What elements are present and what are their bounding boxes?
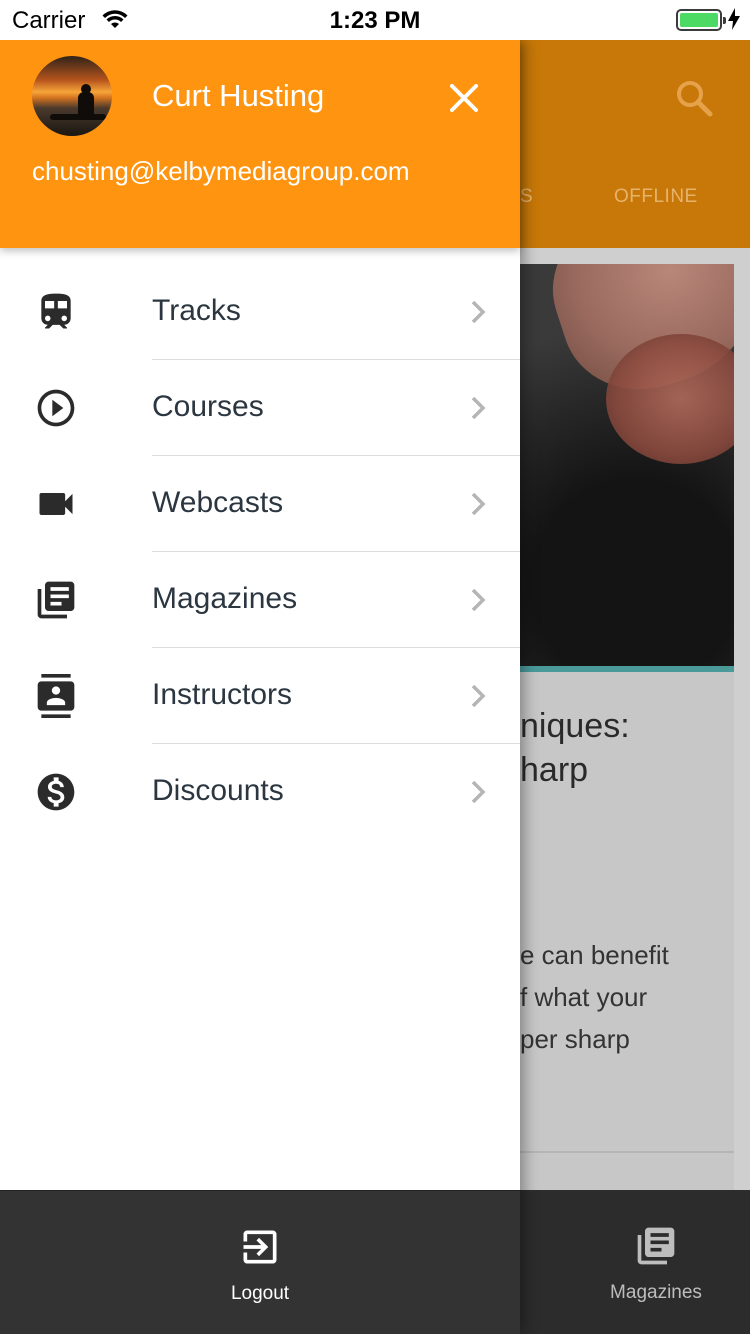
article-accent-bar xyxy=(496,666,734,672)
videocam-icon xyxy=(34,482,78,526)
article-title-line: niques: xyxy=(520,707,630,745)
menu-item-label: Discounts xyxy=(152,774,284,807)
avatar-boat xyxy=(50,114,106,120)
battery-cap xyxy=(723,17,726,24)
menu-item-tracks[interactable]: Tracks xyxy=(0,264,520,360)
menu-item-label: Tracks xyxy=(152,294,241,327)
logout-label: Logout xyxy=(230,1283,290,1304)
logout-button[interactable]: Logout xyxy=(0,1190,520,1334)
background-tab-partial[interactable]: S xyxy=(520,186,533,208)
bottom-nav-magazines-label[interactable]: Magazines xyxy=(560,1282,750,1304)
navigation-drawer: Curt Husting chusting@kelbymediagroup.co… xyxy=(0,40,520,1334)
charging-bolt-icon xyxy=(728,8,740,30)
clock: 1:23 PM xyxy=(329,7,421,34)
play-circle-icon xyxy=(34,386,78,430)
drawer-menu: Tracks Courses Webcasts Magazines Instru… xyxy=(0,264,520,840)
article-photo xyxy=(496,264,734,666)
chevron-right-icon xyxy=(471,780,486,804)
menu-item-webcasts[interactable]: Webcasts xyxy=(0,456,520,552)
menu-item-courses[interactable]: Courses xyxy=(0,360,520,456)
battery-icon xyxy=(676,9,726,31)
chevron-right-icon xyxy=(471,300,486,324)
article-desc-line: f what your xyxy=(520,982,648,1012)
article-desc-line: e can benefit xyxy=(520,940,669,970)
chevron-right-icon xyxy=(471,684,486,708)
tab-offline[interactable]: OFFLINE xyxy=(614,186,698,208)
article-desc-line: per sharp xyxy=(520,1024,630,1054)
train-icon xyxy=(34,290,78,334)
chevron-right-icon xyxy=(471,396,486,420)
menu-item-label: Webcasts xyxy=(152,486,284,519)
card-divider xyxy=(496,1151,734,1153)
menu-item-magazines[interactable]: Magazines xyxy=(0,552,520,648)
drawer-header: Curt Husting chusting@kelbymediagroup.co… xyxy=(0,40,520,248)
library-books-icon xyxy=(637,1227,675,1265)
background-article-card[interactable]: niques: harp e can benefit f what your p… xyxy=(496,264,734,1192)
logout-icon xyxy=(243,1230,277,1264)
chevron-right-icon xyxy=(471,492,486,516)
menu-item-label: Instructors xyxy=(152,678,293,711)
library-books-icon xyxy=(34,578,78,622)
status-bar: Carrier 1:23 PM xyxy=(0,0,750,40)
menu-item-label: Magazines xyxy=(152,582,298,615)
article-description: e can benefit f what your per sharp xyxy=(520,934,669,1060)
article-title-line: harp xyxy=(520,751,589,789)
chevron-right-icon xyxy=(471,588,486,612)
battery-level xyxy=(680,13,718,27)
user-email: chusting@kelbymediagroup.com xyxy=(32,156,410,186)
search-icon[interactable] xyxy=(674,78,714,118)
menu-item-label: Courses xyxy=(152,390,264,423)
dollar-circle-icon xyxy=(34,770,78,814)
avatar-figure-body xyxy=(78,92,94,116)
avatar xyxy=(32,56,112,136)
article-title: niques: harp xyxy=(520,704,630,792)
close-button[interactable] xyxy=(442,76,486,120)
close-icon xyxy=(450,84,478,112)
contact-card-icon xyxy=(34,674,78,718)
menu-item-instructors[interactable]: Instructors xyxy=(0,648,520,744)
user-name: Curt Husting xyxy=(152,78,325,113)
menu-item-discounts[interactable]: Discounts xyxy=(0,744,520,840)
